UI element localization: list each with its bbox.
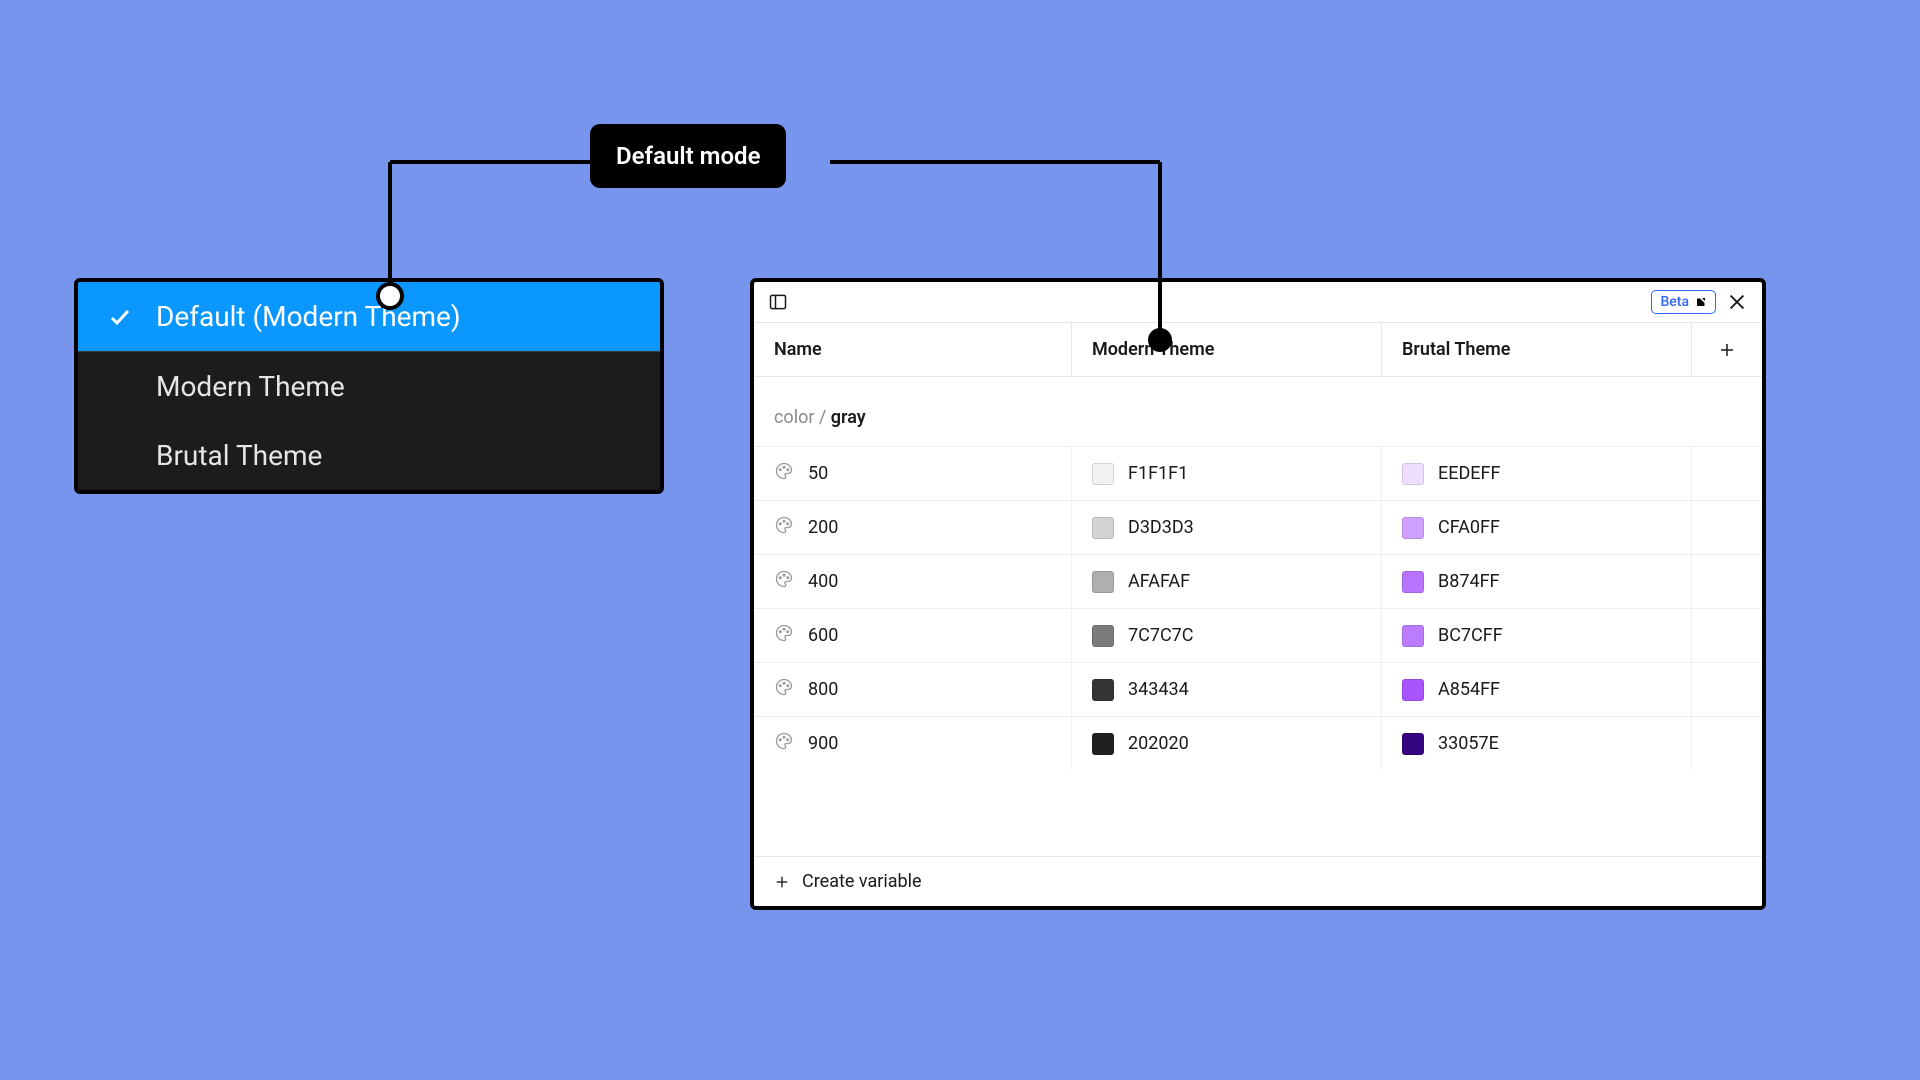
palette-icon xyxy=(774,569,794,594)
dropdown-item-default[interactable]: Default (Modern Theme) xyxy=(78,282,660,351)
row-actions xyxy=(1692,717,1762,770)
dropdown-item-brutal[interactable]: Brutal Theme xyxy=(78,421,660,490)
create-variable-button[interactable]: Create variable xyxy=(754,856,1762,906)
color-swatch xyxy=(1402,517,1424,539)
group-prefix: color / xyxy=(774,407,831,428)
mode-dropdown: Default (Modern Theme) Modern Theme Brut… xyxy=(74,278,664,494)
palette-icon xyxy=(774,515,794,540)
color-swatch xyxy=(1092,679,1114,701)
hex-value: 7C7C7C xyxy=(1128,625,1194,646)
variable-row[interactable]: 900 202020 33057E xyxy=(754,716,1762,770)
close-icon[interactable] xyxy=(1726,291,1748,313)
mode-b-value[interactable]: EEDEFF xyxy=(1382,447,1692,500)
variable-row[interactable]: 50 F1F1F1 EEDEFF xyxy=(754,446,1762,500)
hex-value: F1F1F1 xyxy=(1128,463,1188,484)
hex-value: EEDEFF xyxy=(1438,463,1500,484)
palette-icon xyxy=(774,677,794,702)
palette-icon xyxy=(774,461,794,486)
hex-value: 343434 xyxy=(1128,679,1189,700)
color-swatch xyxy=(1092,625,1114,647)
mode-b-value[interactable]: B874FF xyxy=(1382,555,1692,608)
variable-row[interactable]: 200 D3D3D3 CFA0FF xyxy=(754,500,1762,554)
palette-icon xyxy=(774,623,794,648)
hex-value: D3D3D3 xyxy=(1128,517,1194,538)
mode-b-value[interactable]: 33057E xyxy=(1382,717,1692,770)
row-actions xyxy=(1692,447,1762,500)
dropdown-item-label: Default (Modern Theme) xyxy=(156,300,461,333)
plus-icon xyxy=(1718,341,1736,359)
dropdown-item-label: Brutal Theme xyxy=(156,439,322,472)
variable-row[interactable]: 800 343434 A854FF xyxy=(754,662,1762,716)
dropdown-item-modern[interactable]: Modern Theme xyxy=(78,352,660,421)
variable-name-cell: 900 xyxy=(754,717,1072,770)
add-mode-button[interactable] xyxy=(1692,323,1762,376)
color-swatch xyxy=(1092,733,1114,755)
mode-a-value[interactable]: 202020 xyxy=(1072,717,1382,770)
color-swatch xyxy=(1402,679,1424,701)
column-name: Name xyxy=(754,323,1072,376)
variable-name: 400 xyxy=(808,571,838,592)
hex-value: 202020 xyxy=(1128,733,1189,754)
variable-name-cell: 800 xyxy=(754,663,1072,716)
group-name: gray xyxy=(831,407,866,428)
variable-name: 600 xyxy=(808,625,838,646)
mode-b-value[interactable]: A854FF xyxy=(1382,663,1692,716)
row-actions xyxy=(1692,609,1762,662)
variable-name: 900 xyxy=(808,733,838,754)
beta-label: Beta xyxy=(1660,294,1689,310)
column-mode-b[interactable]: Brutal Theme xyxy=(1382,323,1692,376)
mode-a-value[interactable]: D3D3D3 xyxy=(1072,501,1382,554)
hex-value: A854FF xyxy=(1438,679,1500,700)
color-swatch xyxy=(1092,517,1114,539)
color-swatch xyxy=(1402,733,1424,755)
sidebar-toggle-icon[interactable] xyxy=(768,292,788,312)
color-swatch xyxy=(1402,463,1424,485)
hex-value: B874FF xyxy=(1438,571,1499,592)
group-label: color / gray xyxy=(754,377,1762,446)
mode-a-value[interactable]: F1F1F1 xyxy=(1072,447,1382,500)
column-mode-a[interactable]: Modern Theme xyxy=(1072,323,1382,376)
row-actions xyxy=(1692,501,1762,554)
row-actions xyxy=(1692,663,1762,716)
variable-name-cell: 200 xyxy=(754,501,1072,554)
row-actions xyxy=(1692,555,1762,608)
color-swatch xyxy=(1092,571,1114,593)
palette-icon xyxy=(774,731,794,756)
variable-name-cell: 600 xyxy=(754,609,1072,662)
hex-value: CFA0FF xyxy=(1438,517,1500,538)
mode-a-value[interactable]: AFAFAF xyxy=(1072,555,1382,608)
variable-name-cell: 400 xyxy=(754,555,1072,608)
external-link-icon xyxy=(1695,296,1707,308)
plus-icon xyxy=(774,874,790,890)
dropdown-item-label: Modern Theme xyxy=(156,370,345,403)
variable-name: 200 xyxy=(808,517,838,538)
create-variable-label: Create variable xyxy=(802,871,922,892)
mode-a-value[interactable]: 7C7C7C xyxy=(1072,609,1382,662)
color-swatch xyxy=(1402,625,1424,647)
variable-name-cell: 50 xyxy=(754,447,1072,500)
variable-list: color / gray 50 F1F1F1 EEDEFF 200 D3D3D3 CFA0… xyxy=(754,377,1762,856)
mode-b-value[interactable]: BC7CFF xyxy=(1382,609,1692,662)
annotation-label: Default mode xyxy=(590,124,786,188)
mode-a-value[interactable]: 343434 xyxy=(1072,663,1382,716)
hex-value: 33057E xyxy=(1438,733,1499,754)
variables-panel: Beta Name Modern Theme Brutal Theme colo… xyxy=(750,278,1766,910)
beta-badge[interactable]: Beta xyxy=(1651,290,1716,314)
variable-name: 50 xyxy=(808,463,828,484)
check-icon xyxy=(106,305,134,329)
color-swatch xyxy=(1092,463,1114,485)
color-swatch xyxy=(1402,571,1424,593)
hex-value: BC7CFF xyxy=(1438,625,1503,646)
variable-row[interactable]: 600 7C7C7C BC7CFF xyxy=(754,608,1762,662)
variable-name: 800 xyxy=(808,679,838,700)
variable-row[interactable]: 400 AFAFAF B874FF xyxy=(754,554,1762,608)
hex-value: AFAFAF xyxy=(1128,571,1190,592)
columns-header: Name Modern Theme Brutal Theme xyxy=(754,322,1762,377)
mode-b-value[interactable]: CFA0FF xyxy=(1382,501,1692,554)
panel-toolbar: Beta xyxy=(754,282,1762,322)
